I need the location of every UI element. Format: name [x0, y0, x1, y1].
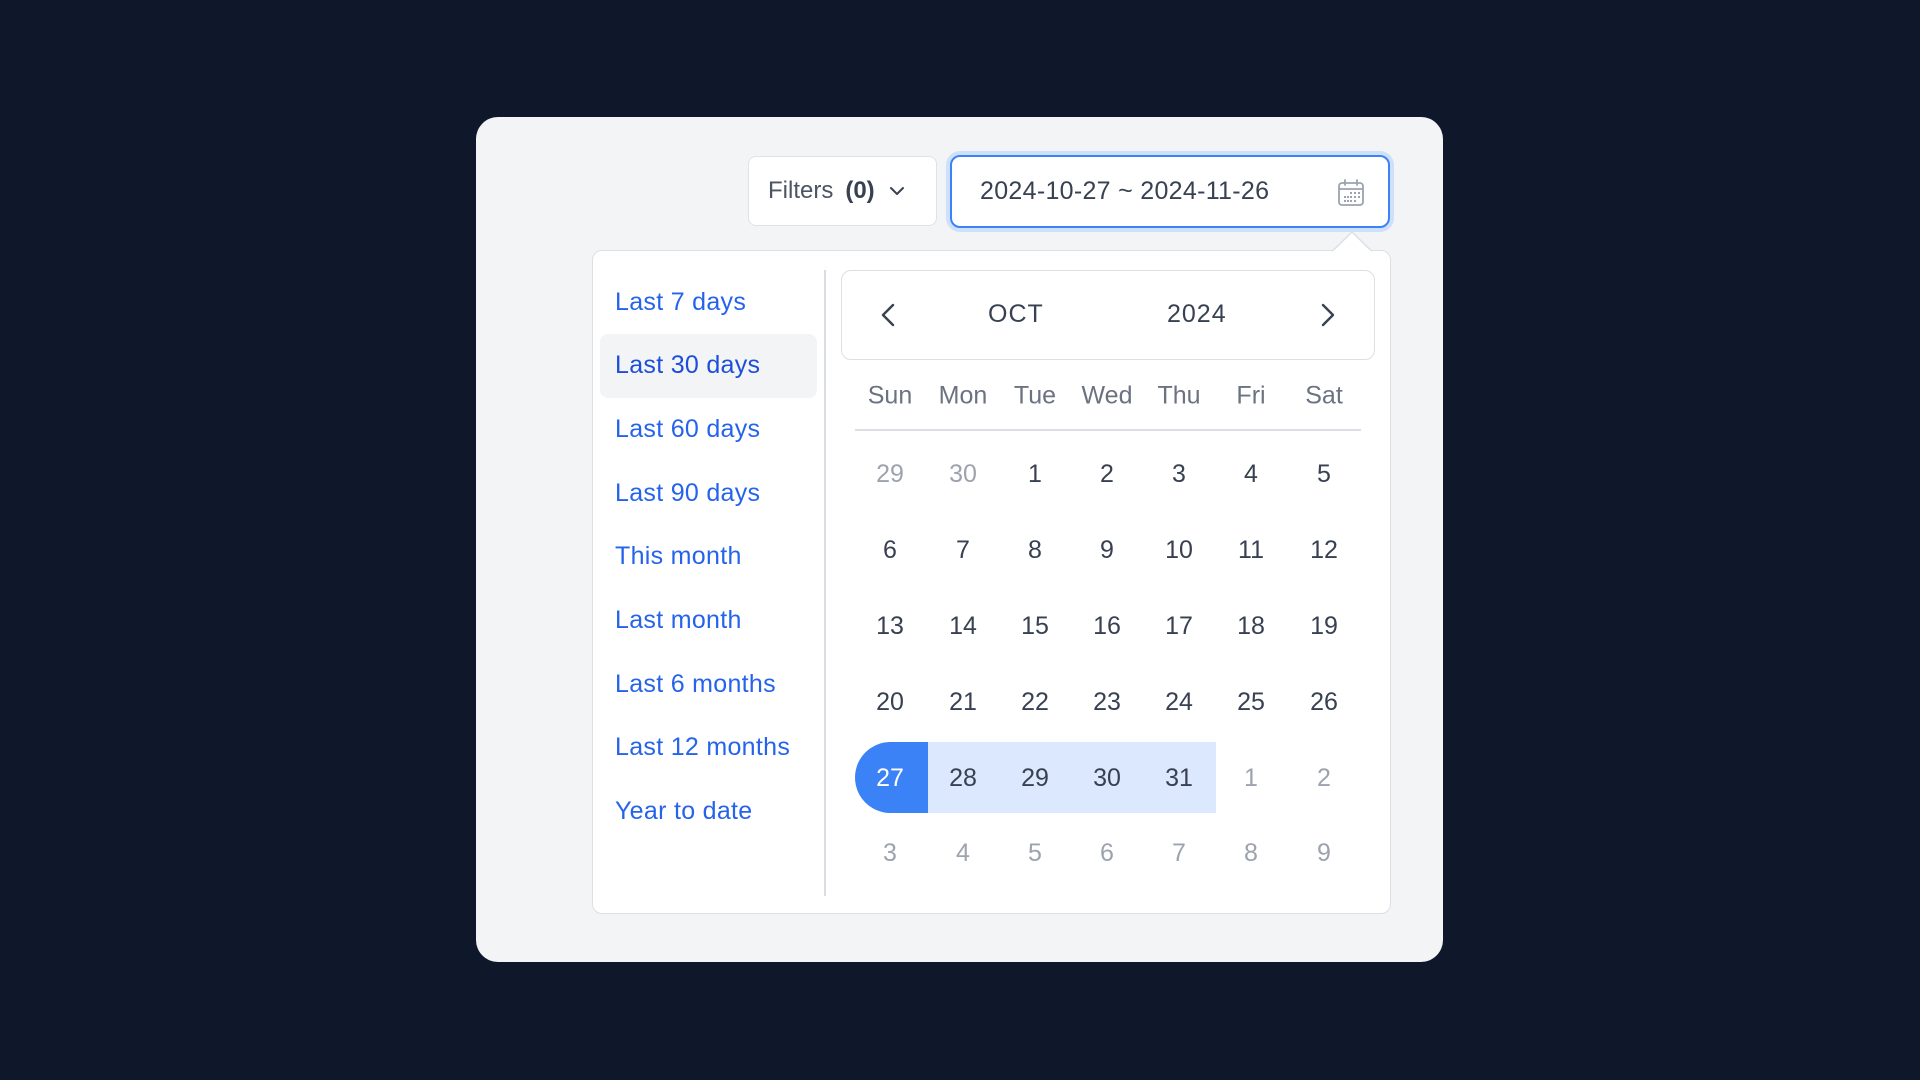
- preset-item[interactable]: Year to date: [600, 780, 817, 844]
- day-cell[interactable]: 15: [999, 590, 1071, 662]
- day-cell[interactable]: 9: [1071, 514, 1143, 586]
- filters-label: Filters: [768, 177, 834, 204]
- preset-item[interactable]: This month: [600, 525, 817, 589]
- day-cell[interactable]: 26: [1288, 666, 1360, 738]
- day-cell[interactable]: 2: [1288, 742, 1360, 814]
- day-cell[interactable]: 14: [927, 590, 999, 662]
- day-cell[interactable]: 2: [1071, 438, 1143, 510]
- weekday-label: Fri: [1236, 381, 1266, 410]
- day-cell[interactable]: 7: [927, 514, 999, 586]
- day-cell-in-range[interactable]: 28: [927, 742, 999, 814]
- preset-item[interactable]: Last 7 days: [600, 270, 817, 334]
- day-cell[interactable]: 24: [1143, 666, 1215, 738]
- day-cell[interactable]: 6: [854, 514, 926, 586]
- day-cell[interactable]: 12: [1288, 514, 1360, 586]
- filters-count: (0): [845, 177, 875, 204]
- day-cell-selected[interactable]: 27: [854, 742, 926, 814]
- day-cell[interactable]: 13: [854, 590, 926, 662]
- chevron-right-icon[interactable]: [1310, 298, 1344, 332]
- day-cell[interactable]: 7: [1143, 817, 1215, 889]
- weekday-label: Thu: [1157, 381, 1201, 410]
- weekday-label: Tue: [1013, 381, 1057, 410]
- day-cell-in-range[interactable]: 31: [1143, 742, 1215, 814]
- day-cell-in-range[interactable]: 29: [999, 742, 1071, 814]
- preset-item[interactable]: Last month: [600, 589, 817, 653]
- date-range-value: 2024-10-27 ~ 2024-11-26: [980, 177, 1270, 205]
- day-cell[interactable]: 20: [854, 666, 926, 738]
- day-cell[interactable]: 21: [927, 666, 999, 738]
- day-cell[interactable]: 8: [1215, 817, 1287, 889]
- day-cell[interactable]: 29: [854, 438, 926, 510]
- filters-button[interactable]: Filters (0): [748, 156, 937, 226]
- day-cell[interactable]: 4: [927, 817, 999, 889]
- preset-item[interactable]: Last 60 days: [600, 397, 817, 461]
- chevron-left-icon[interactable]: [872, 298, 906, 332]
- day-cell[interactable]: 3: [1143, 438, 1215, 510]
- weekday-label: Sun: [867, 381, 913, 410]
- day-cell[interactable]: 17: [1143, 590, 1215, 662]
- day-cell[interactable]: 9: [1288, 817, 1360, 889]
- date-range-input[interactable]: 2024-10-27 ~ 2024-11-26: [950, 155, 1390, 228]
- day-cell[interactable]: 6: [1071, 817, 1143, 889]
- calendar-icon[interactable]: [1336, 178, 1366, 208]
- month-label[interactable]: OCT: [988, 271, 1044, 358]
- preset-item[interactable]: Last 6 months: [600, 652, 817, 716]
- day-cell[interactable]: 16: [1071, 590, 1143, 662]
- day-cell[interactable]: 1: [1215, 742, 1287, 814]
- divider: [824, 270, 826, 896]
- day-cell[interactable]: 19: [1288, 590, 1360, 662]
- day-cell[interactable]: 8: [999, 514, 1071, 586]
- popup-arrow: [1332, 231, 1372, 252]
- day-cell[interactable]: 1: [999, 438, 1071, 510]
- day-cell[interactable]: 25: [1215, 666, 1287, 738]
- day-cell[interactable]: 10: [1143, 514, 1215, 586]
- weekday-underline: [855, 429, 1361, 431]
- preset-item[interactable]: Last 90 days: [600, 461, 817, 525]
- day-cell[interactable]: 5: [1288, 438, 1360, 510]
- day-cell[interactable]: 5: [999, 817, 1071, 889]
- calendar-header: OCT 2024: [841, 270, 1375, 360]
- weekday-label: Wed: [1081, 381, 1133, 410]
- day-cell[interactable]: 18: [1215, 590, 1287, 662]
- day-cell[interactable]: 4: [1215, 438, 1287, 510]
- weekday-label: Mon: [938, 381, 988, 410]
- preset-item[interactable]: Last 30 days: [600, 333, 817, 398]
- day-cell[interactable]: 11: [1215, 514, 1287, 586]
- weekday-label: Sat: [1305, 381, 1343, 410]
- day-cell[interactable]: 3: [854, 817, 926, 889]
- day-cell[interactable]: 22: [999, 666, 1071, 738]
- chevron-down-icon: [889, 187, 904, 195]
- day-cell[interactable]: 23: [1071, 666, 1143, 738]
- preset-item[interactable]: Last 12 months: [600, 716, 817, 780]
- day-cell[interactable]: 30: [927, 438, 999, 510]
- day-cell-in-range[interactable]: 30: [1071, 742, 1143, 814]
- year-label[interactable]: 2024: [1167, 271, 1227, 358]
